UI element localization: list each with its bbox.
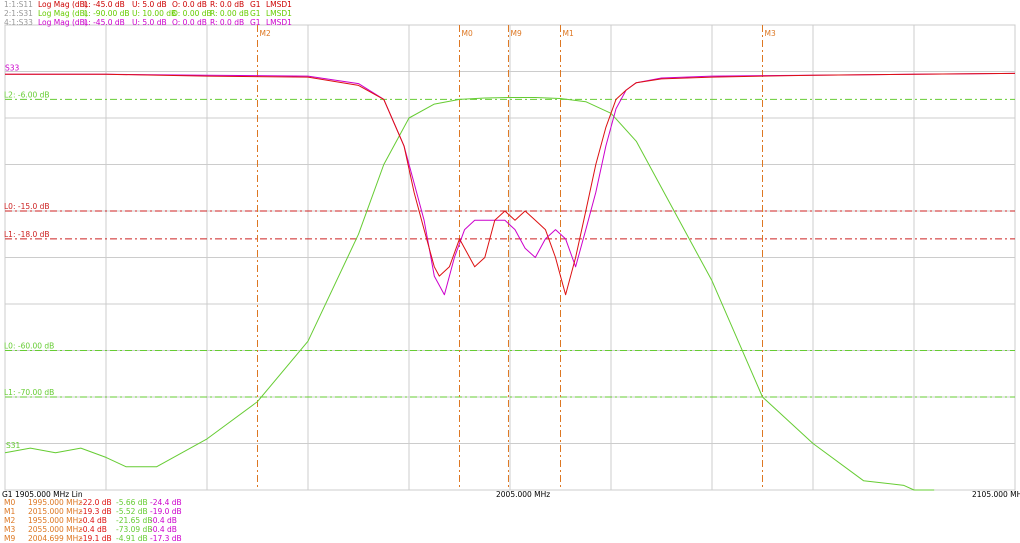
- header-group: G1: [250, 0, 261, 9]
- header-offset: O: 0.0 dB: [172, 18, 207, 27]
- header-source: LMSD1: [266, 9, 292, 18]
- marker-freq: 2004.699 MHz: [28, 534, 83, 543]
- header-id: 4:1:S33: [4, 18, 33, 27]
- limit-line-label: L1: -18.0 dB: [4, 230, 50, 239]
- marker-label-M0: M0: [462, 29, 473, 38]
- marker-freq: 1955.000 MHz: [28, 516, 83, 525]
- marker-freq: 2015.000 MHz: [28, 507, 83, 516]
- header-source: LMSD1: [266, 0, 292, 9]
- header-source: LMSD1: [266, 18, 292, 27]
- x-axis-center-label: 2005.000 MHz: [496, 490, 551, 499]
- marker-freq: 1995.000 MHz: [28, 498, 83, 507]
- limit-line-label: L0: -15.0 dB: [4, 202, 50, 211]
- header-ref: R: 0.00 dB: [210, 9, 249, 18]
- header-format: Log Mag (dB): [38, 0, 88, 9]
- header-lower: L: -90.00 dB: [84, 9, 130, 18]
- marker-s31: -73.09 dB: [116, 525, 153, 534]
- vna-plot: L2: -6.00 dB L0: -15.0 dB L1: -18.0 dB L0: …: [4, 24, 1016, 491]
- marker-label-M9: M9: [510, 29, 521, 38]
- marker-s11: -0.4 dB: [80, 516, 107, 525]
- header-offset: O: 0.00 dB: [172, 9, 212, 18]
- header-group: G1: [250, 9, 261, 18]
- marker-s11: -19.3 dB: [80, 507, 112, 516]
- header-lower: L: -45.0 dB: [84, 18, 125, 27]
- marker-s31: -5.52 dB: [116, 507, 148, 516]
- header-id: 1:1:S11: [4, 0, 33, 9]
- header-group: G1: [250, 18, 261, 27]
- header-upper: U: 5.0 dB: [132, 0, 167, 9]
- marker-s33: -19.0 dB: [150, 507, 182, 516]
- marker-s33: -17.3 dB: [150, 534, 182, 543]
- x-axis-stop-label: 2105.000 MHz: [972, 490, 1020, 499]
- marker-freq: 2055.000 MHz: [28, 525, 83, 534]
- marker-label-M1: M1: [563, 29, 574, 38]
- marker-s33: -0.4 dB: [150, 525, 177, 534]
- header-format: Log Mag (dB): [38, 9, 88, 18]
- trace-tag-label: S31: [6, 441, 21, 450]
- marker-label: M2: [4, 516, 16, 525]
- header-upper: U: 5.0 dB: [132, 18, 167, 27]
- marker-s31: -4.91 dB: [116, 534, 148, 543]
- marker-s31: -21.65 dB: [116, 516, 153, 525]
- marker-s11: -0.4 dB: [80, 525, 107, 534]
- header-offset: O: 0.0 dB: [172, 0, 207, 9]
- marker-s11: -22.0 dB: [80, 498, 112, 507]
- marker-label: M3: [4, 525, 16, 534]
- header-format: Log Mag (dB): [38, 18, 88, 27]
- marker-label: M9: [4, 534, 16, 543]
- limit-line-label: L1: -70.00 dB: [4, 388, 54, 397]
- header-ref: R: 0.0 dB: [210, 18, 245, 27]
- limit-line-label: L2: -6.00 dB: [4, 90, 50, 99]
- marker-s33: -24.4 dB: [150, 498, 182, 507]
- ref-marker-label: S33: [5, 64, 20, 73]
- marker-s11: -19.1 dB: [80, 534, 112, 543]
- header-lower: L: -45.0 dB: [84, 0, 125, 9]
- header-upper: U: 10.00 dB: [132, 9, 177, 18]
- header-id: 2:1:S31: [4, 9, 33, 18]
- marker-label: M1: [4, 507, 16, 516]
- header-ref: R: 0.0 dB: [210, 0, 245, 9]
- grid-lines: [4, 24, 1016, 491]
- marker-label-M3: M3: [765, 29, 776, 38]
- marker-s31: -5.66 dB: [116, 498, 148, 507]
- marker-label-M2: M2: [260, 29, 271, 38]
- trace-S31: [4, 97, 935, 491]
- limit-line-label: L0: -60.00 dB: [4, 342, 54, 351]
- marker-label: M0: [4, 498, 16, 507]
- marker-s33: -0.4 dB: [150, 516, 177, 525]
